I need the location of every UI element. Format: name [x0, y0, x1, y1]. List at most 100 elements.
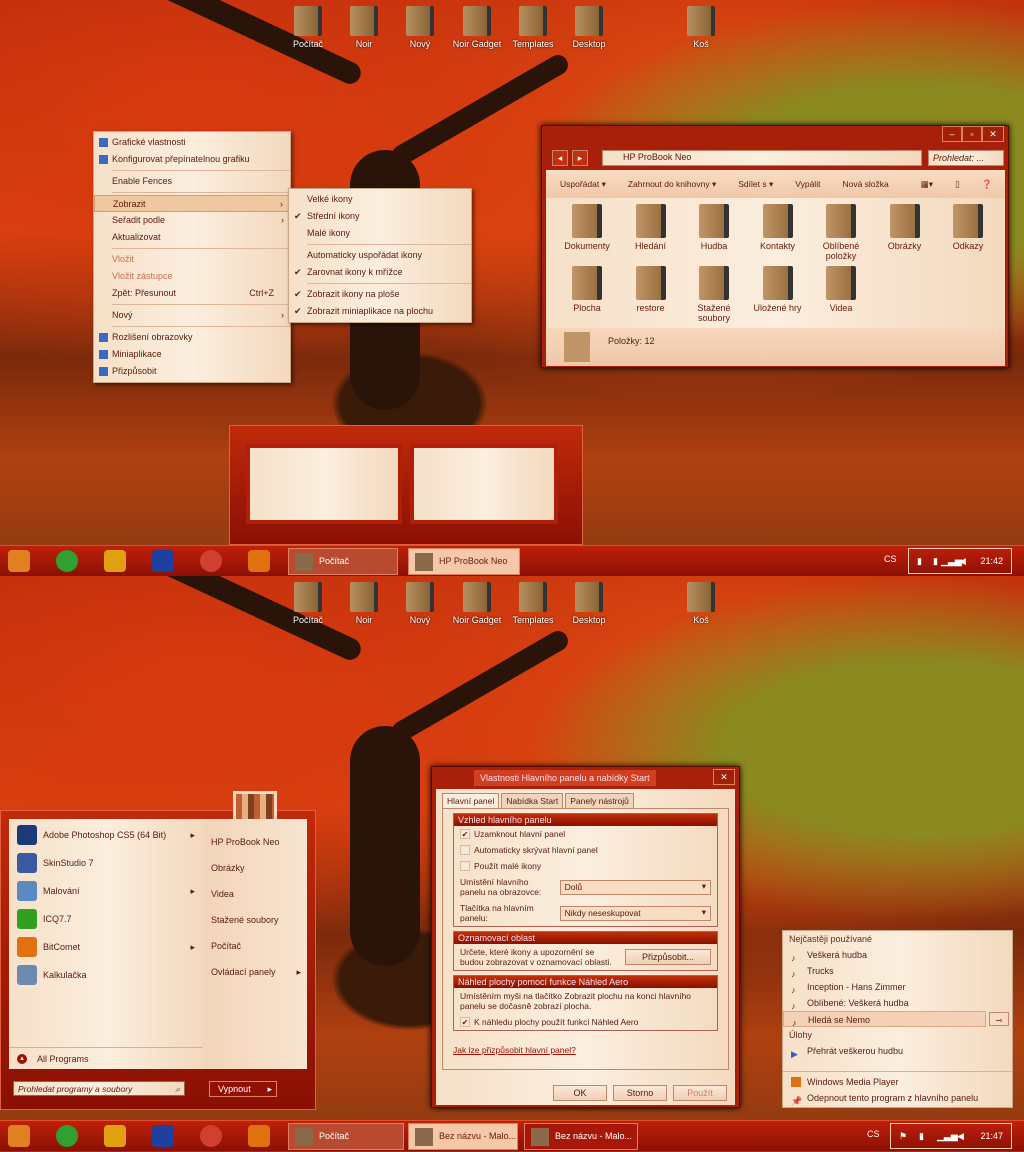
start-place-item[interactable]: Videa: [203, 881, 307, 907]
windows-icon[interactable]: [56, 550, 78, 572]
folder-item[interactable]: Videa: [810, 266, 872, 313]
menu-item[interactable]: Nový ›: [94, 307, 290, 324]
jump-list-item[interactable]: ♪ Hledá se Nemo ⊸: [783, 1011, 1009, 1028]
menu-item[interactable]: Seřadit podle ›: [94, 212, 290, 229]
folder-item[interactable]: Kontakty: [747, 204, 809, 251]
menu-item[interactable]: Zobrazit ›: [94, 195, 290, 212]
start-program-item[interactable]: Malování ▸: [9, 877, 203, 905]
checkbox[interactable]: ✔: [460, 829, 470, 839]
menu-item[interactable]: Miniaplikace: [94, 346, 290, 363]
language-indicator[interactable]: CS: [867, 1129, 880, 1139]
desktop-icon[interactable]: Templates: [505, 6, 561, 49]
close-button[interactable]: ✕: [713, 769, 735, 785]
menu-item[interactable]: Vložit: [94, 251, 290, 268]
chrome-icon[interactable]: [200, 1125, 222, 1147]
desktop-icon[interactable]: Nový: [392, 582, 448, 625]
ok-button[interactable]: OK: [553, 1085, 607, 1101]
folder-item[interactable]: restore: [620, 266, 682, 313]
all-programs-button[interactable]: ▴ All Programs: [9, 1047, 203, 1069]
desktop-icon[interactable]: Noir: [336, 582, 392, 625]
desktop-icon[interactable]: Nový: [392, 6, 448, 49]
desktop-icon[interactable]: Desktop: [561, 6, 617, 49]
unpin-item[interactable]: 📌 Odepnout tento program z hlavního panel…: [783, 1090, 1012, 1106]
chrome-icon[interactable]: [200, 550, 222, 572]
desktop-icon[interactable]: Noir Gadget: [449, 6, 505, 49]
open-app-item[interactable]: Windows Media Player: [783, 1074, 1012, 1090]
network-icon[interactable]: ▁▃▅: [937, 1124, 958, 1148]
start-place-item[interactable]: Stažené soubory: [203, 907, 307, 933]
arrow-right-icon[interactable]: ▸: [267, 1082, 272, 1096]
start-program-item[interactable]: BitComet ▸: [9, 933, 203, 961]
taskbar-button[interactable]: Bez názvu - Malo...: [524, 1123, 638, 1150]
desktop-icon[interactable]: Počítač: [280, 6, 336, 49]
folder-item[interactable]: Odkazy: [937, 204, 999, 251]
start-place-item[interactable]: Počítač: [203, 933, 307, 959]
desktop-icon[interactable]: Koš: [673, 582, 729, 625]
view-options-icon[interactable]: ▦▾: [921, 179, 933, 190]
breadcrumb[interactable]: HP ProBook Neo: [623, 152, 691, 162]
power-icon[interactable]: ▮: [919, 1124, 924, 1148]
volume-icon[interactable]: ◀: [959, 549, 966, 573]
back-button[interactable]: ◂: [552, 150, 568, 166]
menu-item[interactable]: Grafické vlastnosti: [94, 134, 290, 151]
menu-item[interactable]: ✔ Zarovnat ikony k mřížce: [289, 264, 471, 281]
menu-item[interactable]: Zpět: Přesunout Ctrl+Z: [94, 285, 290, 302]
start-button-icon[interactable]: [8, 1125, 30, 1147]
toolbar-button[interactable]: Uspořádat ▾: [560, 179, 606, 190]
start-place-item[interactable]: HP ProBook Neo: [203, 829, 307, 855]
menu-item[interactable]: Aktualizovat: [94, 229, 290, 246]
shutdown-button[interactable]: Vypnout ▸: [209, 1081, 277, 1097]
app-icon[interactable]: [104, 550, 126, 572]
taskbar-button[interactable]: Bez názvu - Malo...: [408, 1123, 518, 1150]
start-place-item[interactable]: Obrázky: [203, 855, 307, 881]
folder-item[interactable]: Hudba: [683, 204, 745, 251]
folder-item[interactable]: Uložené hry: [747, 266, 809, 313]
forward-button[interactable]: ▸: [572, 150, 588, 166]
start-program-item[interactable]: Adobe Photoshop CS5 (64 Bit) ▸: [9, 821, 203, 849]
tab[interactable]: Nabídka Start: [501, 793, 564, 808]
checkbox[interactable]: [460, 845, 470, 855]
help-icon[interactable]: ❓: [982, 179, 993, 190]
jump-list-item[interactable]: ♪ Trucks: [783, 963, 1012, 979]
desktop-icon[interactable]: Noir: [336, 6, 392, 49]
jump-list-item[interactable]: ♪ Veškerá hudba: [783, 947, 1012, 963]
folder-item[interactable]: Plocha: [556, 266, 618, 313]
aero-peek-checkbox[interactable]: ✔: [460, 1017, 470, 1027]
clock[interactable]: 21:47: [980, 1124, 1003, 1148]
tab[interactable]: Hlavní panel: [442, 793, 500, 808]
menu-item[interactable]: Automaticky uspořádat ikony: [289, 247, 471, 264]
customize-button[interactable]: Přizpůsobit...: [625, 949, 711, 965]
power-icon[interactable]: ▮: [917, 549, 922, 573]
menu-item[interactable]: ✔ Zobrazit ikony na ploše: [289, 286, 471, 303]
thumbnail-hp-probook-neo[interactable]: [410, 444, 558, 524]
power-icon[interactable]: ▮: [933, 549, 938, 573]
search-input[interactable]: Prohledat: ...: [928, 150, 1004, 166]
jump-list-task[interactable]: ▶ Přehrát veškerou hudbu: [783, 1043, 1012, 1059]
app-icon[interactable]: [104, 1125, 126, 1147]
menu-item[interactable]: Vložit zástupce: [94, 268, 290, 285]
media-player-icon[interactable]: [248, 1125, 270, 1147]
close-button[interactable]: ✕: [982, 126, 1004, 142]
toolbar-button[interactable]: Nová složka: [842, 179, 888, 189]
language-indicator[interactable]: CS: [884, 554, 897, 564]
desktop-icon[interactable]: Desktop: [561, 582, 617, 625]
address-bar[interactable]: HP ProBook Neo: [602, 150, 922, 166]
volume-icon[interactable]: ◀: [957, 1124, 964, 1148]
menu-item[interactable]: Enable Fences: [94, 173, 290, 190]
menu-item[interactable]: ✔ Střední ikony: [289, 208, 471, 225]
apply-button[interactable]: Použít: [673, 1085, 727, 1101]
desktop-icon[interactable]: Koš: [673, 6, 729, 49]
folder-item[interactable]: Oblíbené položky: [810, 204, 872, 261]
menu-item[interactable]: Přizpůsobit: [94, 363, 290, 380]
folder-item[interactable]: Dokumenty: [556, 204, 618, 251]
thumbnail-pocitac[interactable]: [246, 444, 402, 524]
taskbar-position-select[interactable]: Dolů: [559, 879, 711, 895]
menu-item[interactable]: Rozlišení obrazovky: [94, 329, 290, 346]
media-player-icon[interactable]: [248, 550, 270, 572]
desktop-icon[interactable]: Templates: [505, 582, 561, 625]
help-link[interactable]: Jak lze přizpůsobit hlavní panel?: [443, 1035, 728, 1065]
menu-item[interactable]: Konfigurovat přepínatelnou grafiku: [94, 151, 290, 168]
cancel-button[interactable]: Storno: [613, 1085, 667, 1101]
toolbar-button[interactable]: Zahrnout do knihovny ▾: [628, 179, 716, 190]
menu-item[interactable]: ✔ Zobrazit miniaplikace na plochu: [289, 303, 471, 320]
